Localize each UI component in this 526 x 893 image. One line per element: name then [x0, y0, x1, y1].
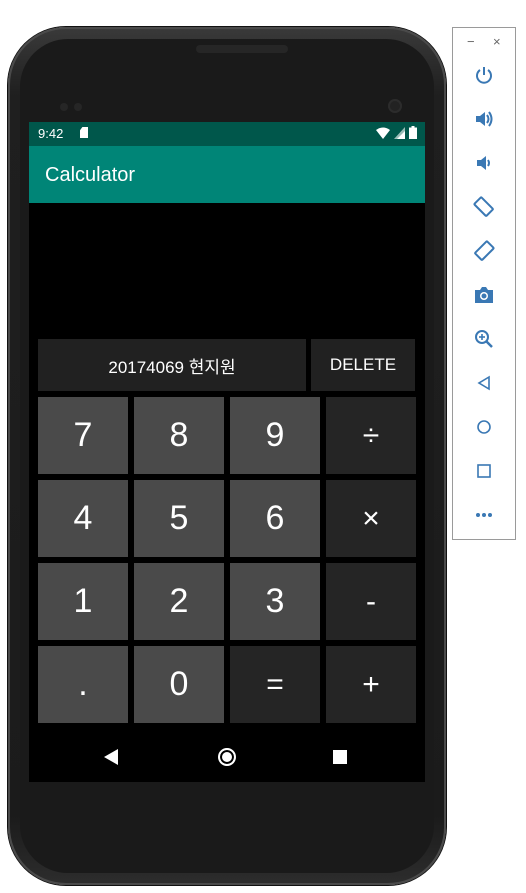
nav-back-icon[interactable]: [104, 749, 118, 765]
home-icon[interactable]: [471, 414, 497, 440]
overview-icon[interactable]: [471, 458, 497, 484]
key-button[interactable]: +: [326, 646, 416, 723]
status-bar: 9:42: [29, 122, 425, 146]
status-time: 9:42: [38, 126, 64, 141]
key-button[interactable]: 2: [134, 563, 224, 640]
key-button[interactable]: 3: [230, 563, 320, 640]
app-title: Calculator: [45, 164, 136, 186]
close-button[interactable]: ×: [493, 34, 501, 49]
nav-home-icon[interactable]: [218, 748, 236, 766]
signal-icon: [394, 126, 405, 139]
emulator-toolbar: − ×: [452, 27, 516, 540]
wifi-icon: [376, 127, 390, 139]
key-button[interactable]: .: [38, 646, 128, 723]
key-button[interactable]: 9: [230, 397, 320, 474]
key-button[interactable]: -: [326, 563, 416, 640]
volume-down-icon[interactable]: [471, 150, 497, 176]
key-button[interactable]: 6: [230, 480, 320, 557]
battery-icon: [409, 126, 417, 139]
front-camera: [388, 99, 402, 113]
power-icon[interactable]: [471, 62, 497, 88]
back-icon[interactable]: [471, 370, 497, 396]
key-button[interactable]: 5: [134, 480, 224, 557]
key-button[interactable]: 0: [134, 646, 224, 723]
key-button[interactable]: 4: [38, 480, 128, 557]
rotate-left-icon[interactable]: [471, 194, 497, 220]
navigation-bar: [29, 734, 425, 782]
more-icon[interactable]: [471, 502, 497, 528]
volume-up-icon[interactable]: [471, 106, 497, 132]
zoom-icon[interactable]: [471, 326, 497, 352]
sd-card-icon: [80, 127, 88, 138]
result-display: 20174069 현지원: [38, 339, 306, 391]
keypad: 7 8 9 ÷ 4 5 6 × 1 2 3-. 0 = +: [38, 397, 416, 723]
sensor-right: [74, 103, 82, 111]
camera-icon[interactable]: [471, 282, 497, 308]
key-button[interactable]: 8: [134, 397, 224, 474]
key-button[interactable]: ÷: [326, 397, 416, 474]
device-screen: 9:42 Calculator 20174069 현지원 DELETE 7 8 9 ÷…: [29, 122, 425, 782]
key-button[interactable]: 1: [38, 563, 128, 640]
minimize-button[interactable]: −: [467, 34, 475, 49]
key-button[interactable]: ×: [326, 480, 416, 557]
earpiece: [196, 45, 288, 53]
app-bar: Calculator: [29, 146, 425, 203]
rotate-right-icon[interactable]: [471, 238, 497, 264]
key-button[interactable]: =: [230, 646, 320, 723]
key-button[interactable]: 7: [38, 397, 128, 474]
sensor-left: [60, 103, 68, 111]
nav-recents-icon[interactable]: [333, 750, 347, 764]
delete-button[interactable]: DELETE: [311, 339, 415, 391]
